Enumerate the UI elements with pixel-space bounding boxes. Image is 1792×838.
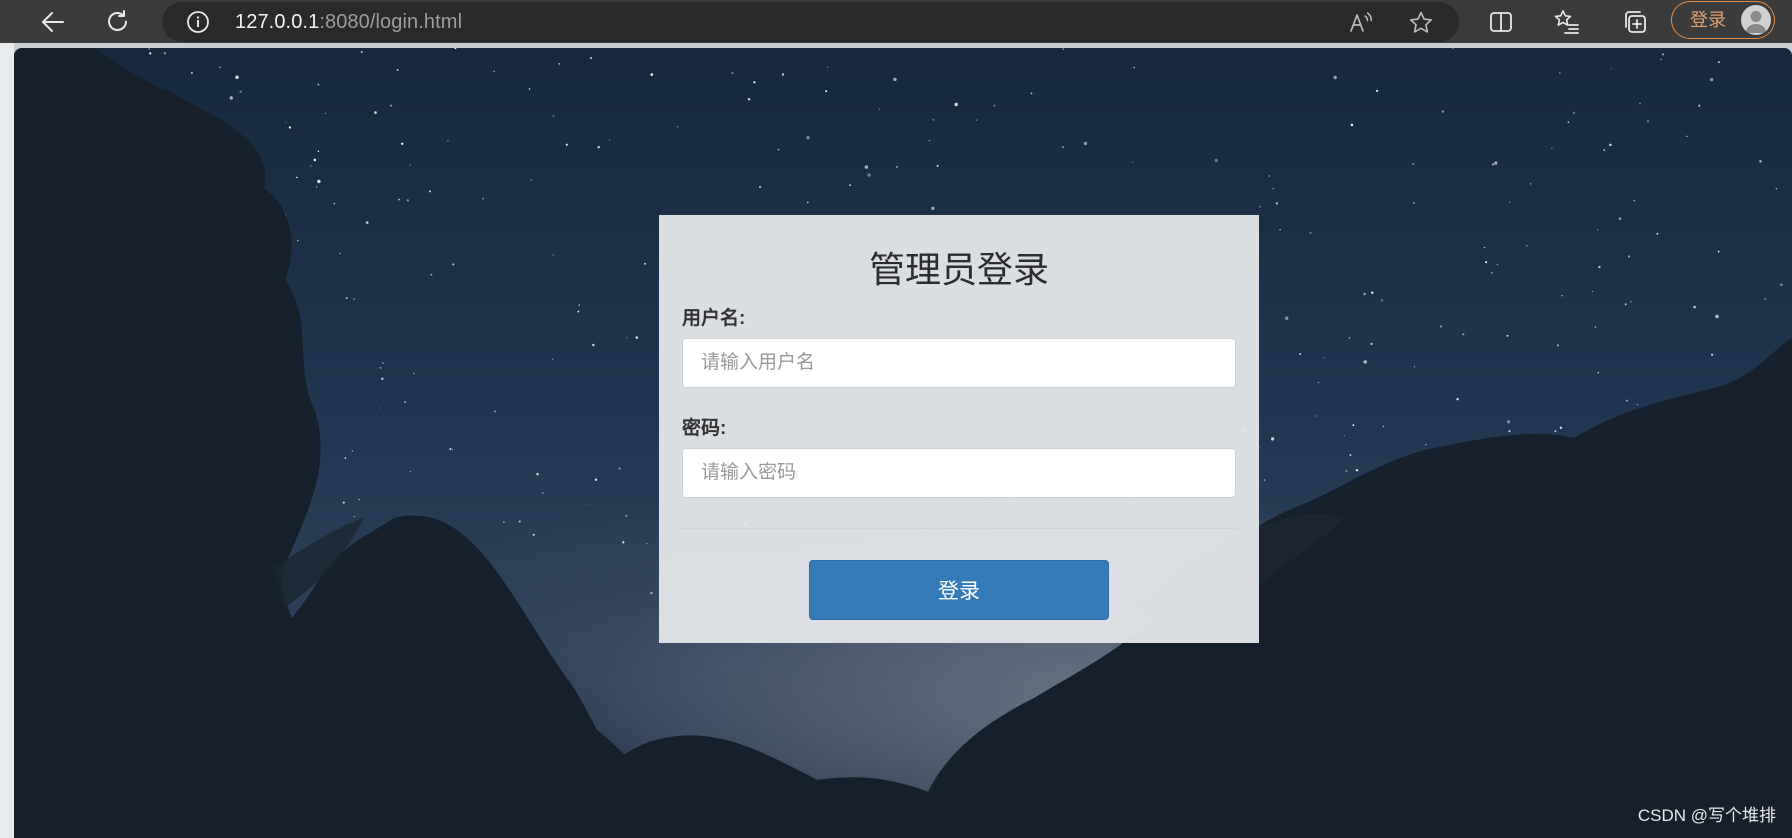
url-path: :8080/login.html [319,11,463,33]
username-input[interactable] [682,338,1236,388]
url-host: 127.0.0.1 [235,11,320,33]
profile-avatar-icon [1741,5,1771,35]
url-text[interactable]: 127.0.0.1:8080/login.html [235,2,462,42]
account-login-button[interactable]: 登录 [1671,1,1775,39]
refresh-button[interactable] [100,4,136,40]
favorites-button[interactable] [1549,4,1585,40]
split-screen-icon [1490,12,1512,32]
account-login-label: 登录 [1690,10,1726,30]
refresh-icon [108,10,127,31]
form-divider [682,528,1236,529]
favorites-list-icon [1554,10,1579,34]
info-icon[interactable] [186,10,210,34]
username-label: 用户名: [682,308,746,329]
favorite-star-icon[interactable] [1408,10,1434,36]
address-bar[interactable]: 127.0.0.1:8080/login.html [162,2,1459,42]
back-arrow-icon [42,12,64,32]
login-card: 管理员登录 用户名: 密码: 登录 [659,215,1259,643]
password-input[interactable] [682,448,1236,498]
collections-icon [1625,11,1646,33]
login-title: 管理员登录 [868,249,1049,290]
password-label: 密码: [682,418,727,439]
read-aloud-icon[interactable] [1348,10,1374,36]
watermark: CSDN @写个堆排 [1637,806,1776,825]
browser-toolbar: 127.0.0.1:8080/login.html 登录 [0,0,1792,43]
back-button[interactable] [35,4,71,40]
split-screen-button[interactable] [1483,4,1519,40]
login-submit-button[interactable]: 登录 [809,560,1109,620]
window-edge [0,43,14,838]
collections-button[interactable] [1617,4,1653,40]
